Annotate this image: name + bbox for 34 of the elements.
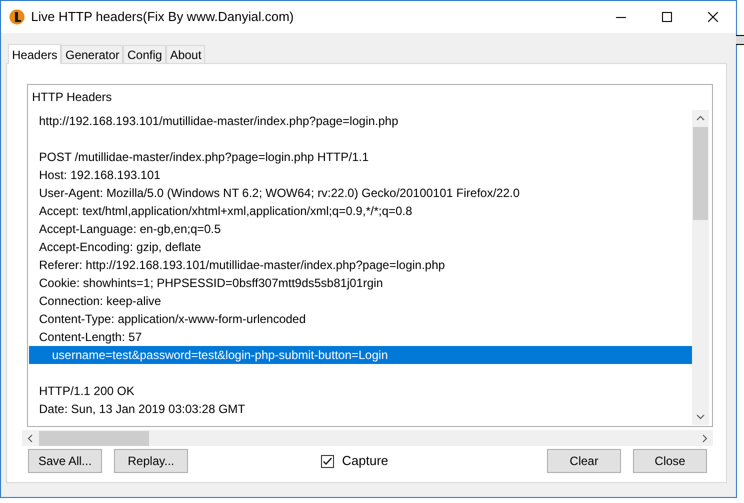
dialog-button[interactable]: Save All... [28,449,102,473]
header-line[interactable]: Accept-Encoding: gzip, deflate [29,238,692,256]
scroll-thumb[interactable] [39,430,149,446]
header-line[interactable]: HTTP/1.1 200 OK [29,382,692,400]
header-line[interactable]: Date: Sun, 13 Jan 2019 03:03:28 GMT [29,400,692,418]
dialog-button[interactable]: Clear [547,449,621,473]
capture-checkbox[interactable]: Capture [321,451,388,471]
tab[interactable]: Generator [61,45,124,63]
header-line[interactable]: POST /mutillidae-master/index.php?page=login.php HTTP/1.1 [29,148,692,166]
header-line[interactable]: Cookie: showhints=1; PHPSESSID=0bsff307mtt9ds5sb81j01rgin [29,274,692,292]
dialog-button[interactable]: Replay... [114,449,188,473]
app-logo-icon [9,9,25,25]
tab[interactable]: About [166,45,206,63]
header-line[interactable]: Referer: http://192.168.193.101/mutillidae-master/index.php?page=login.php [29,256,692,274]
check-icon [322,456,333,466]
header-line[interactable]: Accept: text/html,application/xhtml+xml,application/xml;q=0.9,*/*;q=0.8 [29,202,692,220]
tab[interactable]: Headers [8,44,62,64]
header-line[interactable]: Host: 192.168.193.101 [29,166,692,184]
maximize-icon [662,12,672,22]
tab[interactable]: Config [123,45,166,63]
window-title: Live HTTP headers(Fix By www.Danyial.com) [31,8,294,26]
background-window-edge [736,35,744,45]
group-title: HTTP Headers [32,89,113,105]
horizontal-scrollbar[interactable] [22,430,713,446]
vertical-scrollbar[interactable] [692,110,709,425]
close-icon [708,12,718,22]
header-line[interactable]: Accept-Language: en-gb,en;q=0.5 [29,220,692,238]
header-line[interactable]: Content-Type: application/x-www-form-urlencoded [29,310,692,328]
header-line[interactable]: User-Agent: Mozilla/5.0 (Windows NT 6.2; WOW64; rv:22.0) Gecko/20100101 Firefox/22.0 [29,184,692,202]
header-line[interactable]: Connection: keep-alive [29,292,692,310]
header-line[interactable]: http://192.168.193.101/mutillidae-master/index.php?page=login.php [29,112,692,130]
header-line[interactable]: Content-Length: 57 [29,328,692,346]
dialog-button[interactable]: Close [633,449,707,473]
scroll-thumb[interactable] [693,127,708,220]
